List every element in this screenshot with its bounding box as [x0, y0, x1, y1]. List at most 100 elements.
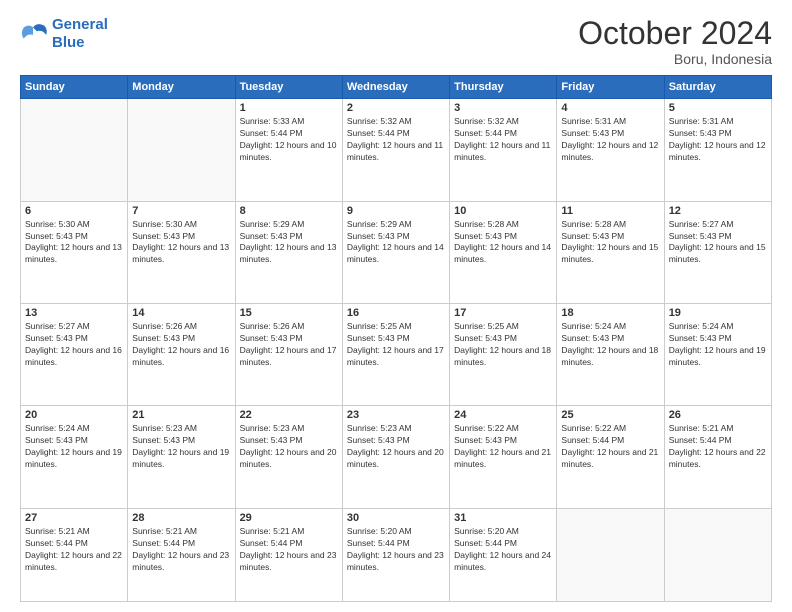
day-number: 18 [561, 307, 659, 319]
day-number: 21 [132, 409, 230, 421]
day-number: 3 [454, 102, 552, 114]
logo-general: General [52, 16, 108, 33]
day-number: 6 [25, 205, 123, 217]
day-info: Sunrise: 5:24 AM Sunset: 5:43 PM Dayligh… [669, 321, 767, 369]
day-header-sunday: Sunday [21, 76, 128, 99]
calendar-table: SundayMondayTuesdayWednesdayThursdayFrid… [20, 75, 772, 602]
day-number: 22 [240, 409, 338, 421]
day-cell: 29 Sunrise: 5:21 AM Sunset: 5:44 PM Dayli… [235, 508, 342, 601]
day-cell: 20 Sunrise: 5:24 AM Sunset: 5:43 PM Dayli… [21, 406, 128, 508]
day-info: Sunrise: 5:27 AM Sunset: 5:43 PM Dayligh… [669, 219, 767, 267]
day-number: 24 [454, 409, 552, 421]
day-cell: 3 Sunrise: 5:32 AM Sunset: 5:44 PM Daylig… [450, 99, 557, 201]
day-info: Sunrise: 5:31 AM Sunset: 5:43 PM Dayligh… [669, 116, 767, 164]
day-cell: 23Sunrise: 5:23 AM Sunset: 5:43 PM Dayli… [342, 406, 449, 508]
day-cell: 26 Sunrise: 5:21 AM Sunset: 5:44 PM Dayli… [664, 406, 771, 508]
day-info: Sunrise: 5:26 AM Sunset: 5:43 PM Dayligh… [240, 321, 338, 369]
day-info: Sunrise: 5:20 AM Sunset: 5:44 PM Dayligh… [347, 526, 445, 574]
day-number: 14 [132, 307, 230, 319]
day-number: 16 [347, 307, 445, 319]
day-info: Sunrise: 5:24 AM Sunset: 5:43 PM Dayligh… [561, 321, 659, 369]
day-number: 15 [240, 307, 338, 319]
logo-icon [20, 20, 48, 48]
day-info: Sunrise: 5:23 AM Sunset: 5:43 PM Dayligh… [240, 423, 338, 471]
day-number: 17 [454, 307, 552, 319]
day-cell: 4 Sunrise: 5:31 AM Sunset: 5:43 PM Daylig… [557, 99, 664, 201]
day-number: 28 [132, 512, 230, 524]
day-cell: 30 Sunrise: 5:20 AM Sunset: 5:44 PM Dayli… [342, 508, 449, 601]
day-cell: 12 Sunrise: 5:27 AM Sunset: 5:43 PM Dayli… [664, 201, 771, 303]
day-cell: 11 Sunrise: 5:28 AM Sunset: 5:43 PM Dayli… [557, 201, 664, 303]
day-cell: 17 Sunrise: 5:25 AM Sunset: 5:43 PM Dayli… [450, 304, 557, 406]
day-cell: 6 Sunrise: 5:30 AM Sunset: 5:43 PM Daylig… [21, 201, 128, 303]
day-number: 20 [25, 409, 123, 421]
day-cell: 14 Sunrise: 5:26 AM Sunset: 5:43 PM Dayli… [128, 304, 235, 406]
page: General Blue October 2024 Boru, Indonesi… [0, 0, 792, 612]
day-info: Sunrise: 5:32 AM Sunset: 5:44 PM Dayligh… [454, 116, 552, 164]
day-header-tuesday: Tuesday [235, 76, 342, 99]
day-header-monday: Monday [128, 76, 235, 99]
day-header-wednesday: Wednesday [342, 76, 449, 99]
day-number: 11 [561, 205, 659, 217]
day-info: Sunrise: 5:29 AM Sunset: 5:43 PM Dayligh… [240, 219, 338, 267]
day-cell: 2Sunrise: 5:32 AM Sunset: 5:44 PM Daylig… [342, 99, 449, 201]
day-info: Sunrise: 5:32 AM Sunset: 5:44 PM Dayligh… [347, 116, 445, 164]
day-number: 7 [132, 205, 230, 217]
day-info: Sunrise: 5:21 AM Sunset: 5:44 PM Dayligh… [25, 526, 123, 574]
day-cell: 5Sunrise: 5:31 AM Sunset: 5:43 PM Daylig… [664, 99, 771, 201]
logo-blue: Blue [52, 34, 85, 51]
day-info: Sunrise: 5:28 AM Sunset: 5:43 PM Dayligh… [561, 219, 659, 267]
day-info: Sunrise: 5:24 AM Sunset: 5:43 PM Dayligh… [25, 423, 123, 471]
day-cell: 7 Sunrise: 5:30 AM Sunset: 5:43 PM Daylig… [128, 201, 235, 303]
day-cell: 31Sunrise: 5:20 AM Sunset: 5:44 PM Dayli… [450, 508, 557, 601]
day-info: Sunrise: 5:22 AM Sunset: 5:43 PM Dayligh… [454, 423, 552, 471]
location: Boru, Indonesia [578, 51, 772, 67]
week-row-1: 1Sunrise: 5:33 AM Sunset: 5:44 PM Daylig… [21, 99, 772, 201]
day-number: 19 [669, 307, 767, 319]
day-number: 8 [240, 205, 338, 217]
day-cell: 22 Sunrise: 5:23 AM Sunset: 5:43 PM Dayli… [235, 406, 342, 508]
day-info: Sunrise: 5:25 AM Sunset: 5:43 PM Dayligh… [347, 321, 445, 369]
day-number: 13 [25, 307, 123, 319]
day-number: 1 [240, 102, 338, 114]
day-cell: 1Sunrise: 5:33 AM Sunset: 5:44 PM Daylig… [235, 99, 342, 201]
day-cell: 27 Sunrise: 5:21 AM Sunset: 5:44 PM Dayli… [21, 508, 128, 601]
day-info: Sunrise: 5:23 AM Sunset: 5:43 PM Dayligh… [132, 423, 230, 471]
day-cell: 28 Sunrise: 5:21 AM Sunset: 5:44 PM Dayli… [128, 508, 235, 601]
header: General Blue October 2024 Boru, Indonesi… [20, 16, 772, 67]
day-number: 12 [669, 205, 767, 217]
day-info: Sunrise: 5:29 AM Sunset: 5:43 PM Dayligh… [347, 219, 445, 267]
day-header-saturday: Saturday [664, 76, 771, 99]
title-block: October 2024 Boru, Indonesia [578, 16, 772, 67]
day-cell: 8 Sunrise: 5:29 AM Sunset: 5:43 PM Daylig… [235, 201, 342, 303]
day-info: Sunrise: 5:25 AM Sunset: 5:43 PM Dayligh… [454, 321, 552, 369]
week-row-5: 27 Sunrise: 5:21 AM Sunset: 5:44 PM Dayli… [21, 508, 772, 601]
day-info: Sunrise: 5:21 AM Sunset: 5:44 PM Dayligh… [240, 526, 338, 574]
day-info: Sunrise: 5:21 AM Sunset: 5:44 PM Dayligh… [669, 423, 767, 471]
day-info: Sunrise: 5:26 AM Sunset: 5:43 PM Dayligh… [132, 321, 230, 369]
day-cell: 24 Sunrise: 5:22 AM Sunset: 5:43 PM Dayli… [450, 406, 557, 508]
day-number: 4 [561, 102, 659, 114]
day-info: Sunrise: 5:30 AM Sunset: 5:43 PM Dayligh… [25, 219, 123, 267]
month-title: October 2024 [578, 16, 772, 51]
day-info: Sunrise: 5:20 AM Sunset: 5:44 PM Dayligh… [454, 526, 552, 574]
day-number: 30 [347, 512, 445, 524]
logo: General Blue [20, 16, 108, 52]
day-info: Sunrise: 5:23 AM Sunset: 5:43 PM Dayligh… [347, 423, 445, 471]
calendar-header-row: SundayMondayTuesdayWednesdayThursdayFrid… [21, 76, 772, 99]
day-number: 10 [454, 205, 552, 217]
day-number: 26 [669, 409, 767, 421]
day-number: 9 [347, 205, 445, 217]
day-cell [664, 508, 771, 601]
day-number: 27 [25, 512, 123, 524]
day-number: 25 [561, 409, 659, 421]
day-header-friday: Friday [557, 76, 664, 99]
day-cell: 19 Sunrise: 5:24 AM Sunset: 5:43 PM Dayli… [664, 304, 771, 406]
day-info: Sunrise: 5:21 AM Sunset: 5:44 PM Dayligh… [132, 526, 230, 574]
day-cell: 10Sunrise: 5:28 AM Sunset: 5:43 PM Dayli… [450, 201, 557, 303]
day-number: 29 [240, 512, 338, 524]
day-cell [21, 99, 128, 201]
day-cell [557, 508, 664, 601]
day-info: Sunrise: 5:31 AM Sunset: 5:43 PM Dayligh… [561, 116, 659, 164]
day-info: Sunrise: 5:30 AM Sunset: 5:43 PM Dayligh… [132, 219, 230, 267]
